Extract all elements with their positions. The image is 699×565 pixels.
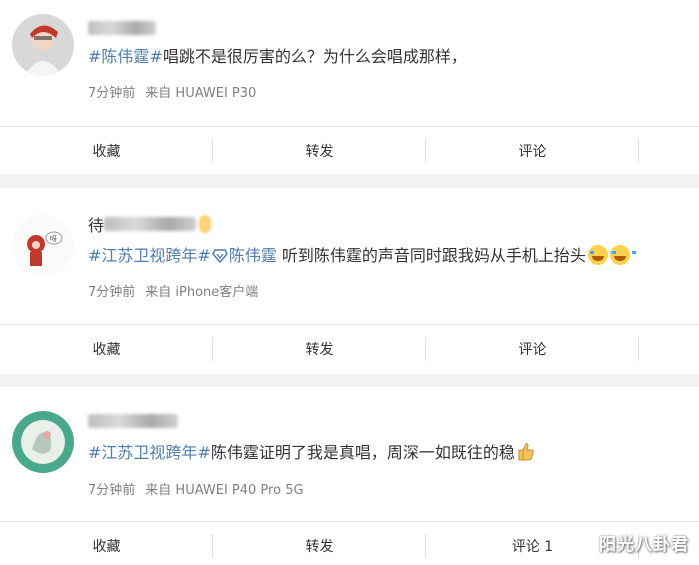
post-source: 来自 HUAWEI P40 Pro 5G <box>145 483 304 498</box>
favorite-label: 收藏 <box>92 342 121 358</box>
favorite-label: 收藏 <box>92 539 121 555</box>
like-button[interactable] <box>639 127 699 175</box>
avatar[interactable] <box>12 14 74 76</box>
action-bar: 收藏 转发 评论 <box>0 126 699 174</box>
super-topic-icon[interactable] <box>211 247 228 264</box>
topic-link[interactable]: #江苏卫视跨年# <box>88 443 211 462</box>
username-char: 待 <box>88 216 105 235</box>
repost-button[interactable]: 转发 <box>213 325 426 373</box>
post-text: 唱跳不是很厉害的么？为什么会唱成那样， <box>162 47 467 66</box>
post-content: #江苏卫视跨年# 陈伟霆 听到陈伟霆的声音同时跟我妈从手机上抬头 <box>88 245 636 267</box>
post-card: #江苏卫视跨年#陈伟霆证明了我是真唱，周深一如既往的稳 7分钟前 来自 HUAWE… <box>0 387 699 565</box>
post-body: #江苏卫视跨年#陈伟霆证明了我是真唱，周深一如既往的稳 7分钟前 来自 HUAWE… <box>0 387 699 511</box>
post-meta: 7分钟前 来自 iPhone客户端 <box>88 281 268 300</box>
watermark: 阳光八卦君 <box>599 535 689 555</box>
ribbon-icon <box>199 215 212 233</box>
comment-label: 评论 1 <box>511 539 554 555</box>
repost-label: 转发 <box>305 342 334 358</box>
favorite-button[interactable]: 收藏 <box>0 325 213 373</box>
username[interactable]: 待 <box>88 212 212 235</box>
post-meta: 7分钟前 来自 HUAWEI P40 Pro 5G <box>88 479 314 498</box>
laugh-cry-emoji-icon <box>587 245 614 265</box>
comment-label: 评论 <box>518 144 547 160</box>
action-bar: 收藏 转发 评论 1 <box>0 521 699 565</box>
username[interactable] <box>88 17 156 39</box>
comment-label: 评论 <box>518 342 547 358</box>
topic-link[interactable]: #陈伟霆# <box>88 47 163 66</box>
topic-link[interactable]: 陈伟霆 <box>229 246 277 265</box>
thumbs-up-icon <box>517 442 535 462</box>
post-time[interactable]: 7分钟前 <box>88 483 135 498</box>
post-body: 呀 待 #江苏卫视跨年# 陈伟霆 听到陈伟霆的声音同时跟我妈从手机上抬头 7分钟前… <box>0 188 699 312</box>
post-time[interactable]: 7分钟前 <box>88 86 135 101</box>
comment-button[interactable]: 评论 <box>426 325 639 373</box>
comment-button[interactable]: 评论 <box>426 127 639 175</box>
username-redacted <box>104 217 197 231</box>
action-bar: 收藏 转发 评论 <box>0 324 699 372</box>
favorite-button[interactable]: 收藏 <box>0 127 213 175</box>
username-redacted <box>88 20 156 35</box>
post-card: 呀 待 #江苏卫视跨年# 陈伟霆 听到陈伟霆的声音同时跟我妈从手机上抬头 7分钟前… <box>0 188 699 374</box>
username[interactable] <box>88 410 178 432</box>
avatar[interactable] <box>12 411 74 473</box>
avatar[interactable]: 呀 <box>12 214 74 276</box>
repost-label: 转发 <box>305 144 334 160</box>
post-body: #陈伟霆#唱跳不是很厉害的么？为什么会唱成那样， 7分钟前 来自 HUAWEI P… <box>0 0 699 124</box>
laugh-cry-emoji-icon <box>609 245 636 265</box>
post-source: 来自 HUAWEI P30 <box>145 86 257 101</box>
svg-text:呀: 呀 <box>50 235 57 243</box>
username-redacted <box>88 413 178 428</box>
like-button[interactable] <box>639 325 699 373</box>
topic-link[interactable]: #江苏卫视跨年# <box>88 246 211 265</box>
repost-button[interactable]: 转发 <box>213 127 426 175</box>
favorite-label: 收藏 <box>92 144 121 160</box>
post-time[interactable]: 7分钟前 <box>88 285 135 300</box>
post-meta: 7分钟前 来自 HUAWEI P30 <box>88 82 266 101</box>
post-text: 陈伟霆证明了我是真唱，周深一如既往的稳 <box>210 443 515 462</box>
favorite-button[interactable]: 收藏 <box>0 522 213 565</box>
post-content: #陈伟霆#唱跳不是很厉害的么？为什么会唱成那样， <box>88 46 467 68</box>
post-text: 听到陈伟霆的声音同时跟我妈从手机上抬头 <box>276 246 586 265</box>
repost-label: 转发 <box>305 539 334 555</box>
repost-button[interactable]: 转发 <box>213 522 426 565</box>
post-card: #陈伟霆#唱跳不是很厉害的么？为什么会唱成那样， 7分钟前 来自 HUAWEI P… <box>0 0 699 174</box>
post-content: #江苏卫视跨年#陈伟霆证明了我是真唱，周深一如既往的稳 <box>88 442 535 464</box>
post-source: 来自 iPhone客户端 <box>145 285 259 300</box>
